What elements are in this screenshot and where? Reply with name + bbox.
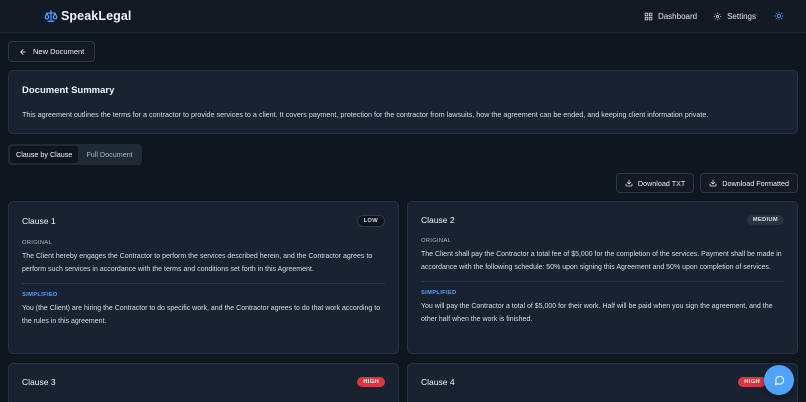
clause-card-3: Clause 3 HIGH (8, 363, 399, 402)
top-navbar: SpeakLegal Dashboard Settings (0, 0, 806, 33)
risk-badge: HIGH (738, 377, 766, 387)
divider (421, 281, 784, 282)
dashboard-grid-icon (644, 12, 653, 20)
chat-icon (774, 375, 784, 385)
brand-name: SpeakLegal (61, 9, 132, 23)
clause-title: Clause 3 (22, 377, 56, 387)
original-text: The Client hereby engages the Contractor… (22, 253, 373, 273)
nav-dashboard[interactable]: Dashboard (644, 12, 697, 21)
nav-dashboard-label: Dashboard (657, 11, 698, 21)
new-document-label: New Document (33, 47, 85, 56)
new-document-button[interactable]: New Document (8, 41, 96, 62)
simplified-text: You (the Client) are hiring the Contract… (22, 305, 381, 325)
summary-text: This agreement outlines the terms for a … (22, 110, 709, 119)
brand[interactable]: SpeakLegal (44, 9, 131, 23)
nav-settings[interactable]: Settings (713, 12, 756, 21)
tab-full-document[interactable]: Full Document (80, 146, 138, 163)
download-formatted-button[interactable]: Download Formatted (700, 173, 798, 193)
clause-card-2: Clause 2 MEDIUM ORIGINAL The Client shal… (407, 201, 798, 354)
clause-card-4: Clause 4 HIGH (407, 363, 798, 402)
download-txt-button[interactable]: Download TXT (615, 173, 695, 193)
chat-button[interactable] (764, 365, 794, 395)
nav-links: Dashboard Settings (644, 11, 784, 21)
simplified-text: You will pay the Contractor a total of $… (421, 303, 773, 323)
nav-settings-label: Settings (727, 11, 756, 21)
simplified-label: SIMPLIFIED (421, 290, 457, 296)
divider (22, 283, 385, 284)
simplified-label: SIMPLIFIED (22, 292, 58, 298)
clause-title: Clause 1 (22, 216, 56, 226)
download-actions: Download TXT Download Formatted (615, 173, 798, 193)
tab-clause-by-clause[interactable]: Clause by Clause (10, 146, 79, 163)
download-formatted-label: Download Formatted (722, 178, 789, 188)
download-txt-label: Download TXT (637, 178, 686, 188)
view-toggle: Clause by Clause Full Document (8, 144, 142, 165)
arrow-left-icon (20, 48, 26, 55)
clause-title: Clause 2 (421, 215, 455, 225)
download-icon (625, 179, 633, 187)
clause-card-1: Clause 1 LOW ORIGINAL The Client hereby … (8, 201, 399, 354)
summary-title: Document Summary (22, 85, 115, 96)
risk-badge: HIGH (357, 377, 385, 387)
risk-badge: LOW (356, 215, 385, 227)
scales-icon (44, 9, 58, 23)
clause-title: Clause 4 (421, 377, 455, 387)
risk-badge: MEDIUM (746, 215, 784, 225)
theme-toggle-sun-icon[interactable] (774, 11, 784, 21)
gear-icon (713, 12, 722, 20)
document-summary-card: Document Summary This agreement outlines… (8, 70, 798, 134)
download-icon (709, 179, 717, 187)
original-text: The Client shall pay the Contractor a to… (421, 251, 782, 271)
original-label: ORIGINAL (421, 238, 452, 244)
original-label: ORIGINAL (22, 240, 53, 246)
